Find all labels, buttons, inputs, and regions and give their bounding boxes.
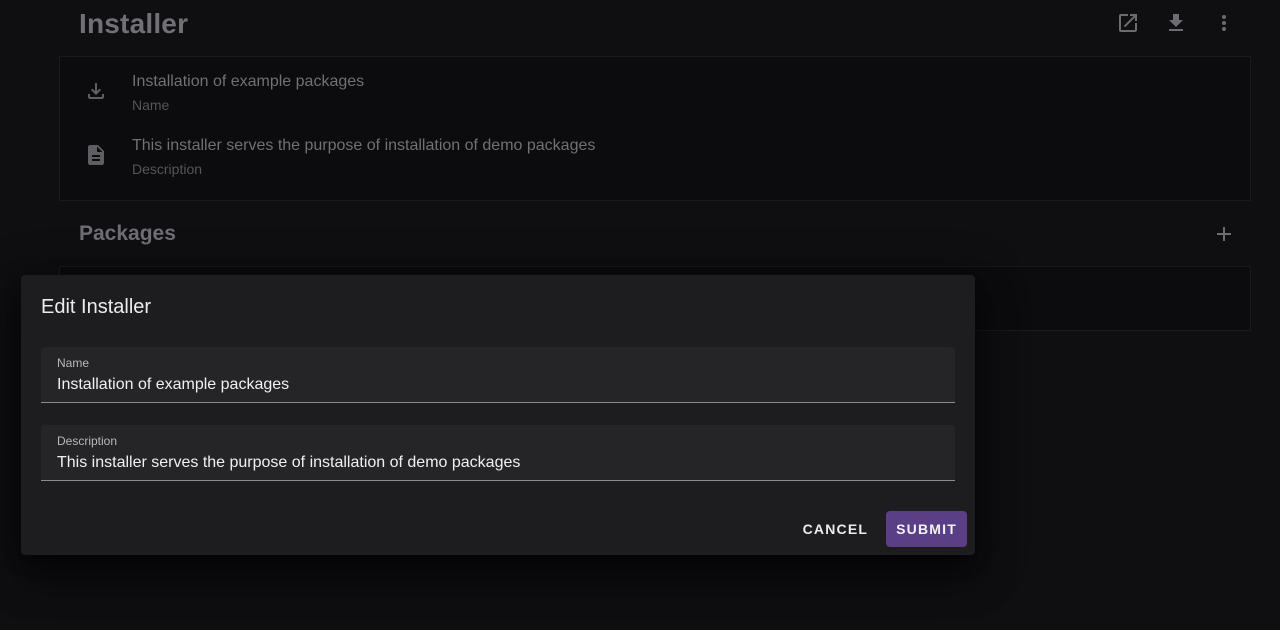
page-title: Installer: [79, 8, 189, 39]
name-field-label: Name: [57, 356, 90, 370]
info-name-value: Installation of example packages: [132, 73, 365, 90]
plus-icon[interactable]: [1212, 222, 1236, 246]
dialog-title: Edit Installer: [41, 296, 152, 318]
info-name-label: Name: [132, 97, 170, 113]
open-in-new-icon[interactable]: [1116, 11, 1140, 35]
description-field-label: Description: [57, 434, 118, 448]
more-vert-icon[interactable]: [1212, 11, 1236, 35]
description-field: Description: [41, 425, 955, 481]
packages-title: Packages: [79, 222, 176, 245]
installer-info-card: Installation of example packages Name Th…: [59, 56, 1251, 201]
name-input[interactable]: [57, 374, 937, 396]
cancel-button[interactable]: Cancel: [793, 511, 879, 547]
edit-installer-dialog: Edit Installer Name Description Cancel S…: [21, 275, 975, 555]
info-row-description: This installer serves the purpose of ins…: [60, 129, 1250, 185]
info-description-label: Description: [132, 161, 203, 177]
dialog-actions: Cancel Submit: [793, 511, 967, 547]
info-row-name: Installation of example packages Name: [60, 65, 1250, 121]
document-icon: [84, 143, 108, 167]
submit-button[interactable]: Submit: [886, 511, 967, 547]
page: Installer Installation of example packag…: [0, 0, 1280, 630]
toolbar: [1116, 11, 1236, 35]
install-icon: [84, 79, 108, 103]
info-description-value: This installer serves the purpose of ins…: [132, 137, 596, 154]
description-input[interactable]: [57, 452, 937, 474]
download-icon[interactable]: [1164, 11, 1188, 35]
name-field: Name: [41, 347, 955, 403]
